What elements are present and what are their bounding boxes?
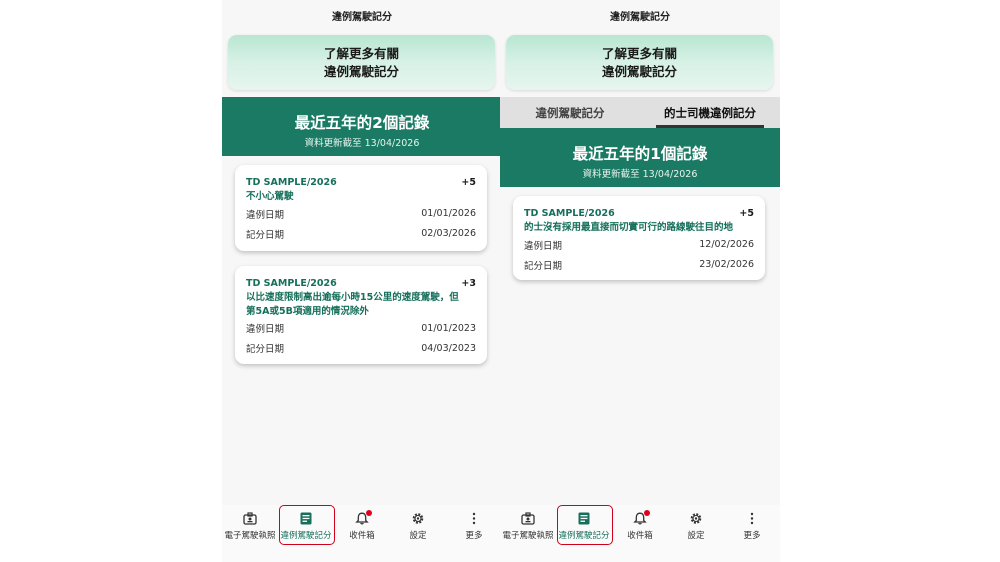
nav-label: 收件箱	[627, 531, 653, 541]
points-date-value: 02/03/2026	[421, 228, 476, 239]
learn-more-button[interactable]: 了解更多有關 違例駕駛記分	[506, 35, 773, 90]
summary-banner: 最近五年的1個記錄 資料更新截至 13/04/2026	[500, 128, 780, 187]
offence-date-value: 12/02/2026	[699, 239, 754, 250]
nav-label: 電子駕駛執照	[502, 531, 554, 541]
more-icon	[472, 512, 476, 525]
updated-date: 資料更新截至 13/04/2026	[582, 169, 698, 180]
points-date-row: 記分日期 02/03/2026	[246, 224, 476, 244]
records-headline: 最近五年的2個記錄	[294, 114, 430, 132]
records-headline: 最近五年的1個記錄	[572, 145, 708, 163]
points-tabs: 違例駕駛記分 的士司機違例記分	[500, 97, 780, 128]
nav-item-more[interactable]: 更多	[725, 505, 779, 562]
learn-more-line1: 了解更多有關	[601, 45, 677, 61]
offence-date-value: 01/01/2023	[421, 322, 476, 334]
notification-badge	[366, 510, 372, 516]
record-code: TD SAMPLE/2026	[246, 177, 337, 188]
nav-item-license[interactable]: 電子駕駛執照	[501, 505, 555, 562]
nav-label: 更多	[465, 531, 483, 541]
license-icon	[243, 512, 257, 525]
points-date-value: 23/02/2026	[699, 259, 754, 270]
offence-date-row: 違例日期 01/01/2023	[246, 318, 476, 338]
record-code: TD SAMPLE/2026	[524, 208, 615, 219]
license-icon	[521, 512, 535, 525]
record-description: 的士沒有採用最直接而切實可行的路線駛往目的地	[524, 222, 734, 233]
page-title: 違例駕駛記分	[610, 11, 670, 23]
offence-date-value: 01/01/2026	[421, 208, 476, 219]
nav-item-license[interactable]: 電子駕駛執照	[223, 505, 277, 562]
gear-icon	[412, 513, 424, 524]
right-screen: 違例駕駛記分 了解更多有關 違例駕駛記分 違例駕駛記分 的士司機違例記分 最近五…	[500, 0, 780, 562]
record-points: +5	[461, 177, 476, 188]
points-date-value: 04/03/2023	[421, 342, 476, 354]
record-points: +3	[461, 278, 476, 289]
record-points: +5	[739, 208, 754, 219]
more-icon	[750, 512, 754, 525]
learn-more-line1: 了解更多有關	[323, 45, 399, 61]
updated-date: 資料更新截至 13/04/2026	[304, 138, 420, 149]
nav-label: 更多	[743, 531, 761, 541]
left-screen: 違例駕駛記分 了解更多有關 違例駕駛記分 最近五年的2個記錄 資料更新截至 13…	[222, 0, 502, 562]
points-date-label: 記分日期	[524, 260, 563, 272]
points-date-row: 記分日期 04/03/2023	[246, 338, 476, 358]
selected-nav-highlight	[557, 505, 613, 545]
nav-item-settings[interactable]: 設定	[391, 505, 445, 562]
nav-label: 設定	[687, 531, 705, 541]
bottom-nav: 電子駕駛執照 違例駕駛記分 收件箱 設定 更多	[500, 505, 780, 562]
bell-icon	[633, 510, 650, 525]
offence-date-label: 違例日期	[246, 209, 285, 221]
offence-date-row: 違例日期 12/02/2026	[524, 235, 754, 255]
summary-banner: 最近五年的2個記錄 資料更新截至 13/04/2026	[222, 97, 502, 156]
offence-date-label: 違例日期	[524, 240, 563, 252]
tab-taxi-driver-offence-points[interactable]: 的士司機違例記分	[640, 97, 780, 128]
offence-date-label: 違例日期	[246, 324, 285, 335]
nav-item-settings[interactable]: 設定	[669, 505, 723, 562]
record-card[interactable]: TD SAMPLE/2026 的士沒有採用最直接而切實可行的路線駛往目的地 +5…	[513, 196, 765, 280]
tab-driving-offence-points[interactable]: 違例駕駛記分	[500, 97, 640, 128]
record-description: 以比速度限制高出逾每小時15公里的速度駕駛，但第5A或5B項適用的情況除外	[246, 292, 459, 317]
notification-badge	[644, 510, 650, 516]
gear-icon	[690, 513, 702, 524]
record-card[interactable]: TD SAMPLE/2026 不小心駕駛 +5 違例日期 01/01/2026 …	[235, 165, 487, 251]
points-date-label: 記分日期	[246, 344, 285, 355]
nav-label: 電子駕駛執照	[224, 531, 276, 541]
bottom-nav: 電子駕駛執照 違例駕駛記分 收件箱 設定 更多	[222, 505, 502, 562]
page-title: 違例駕駛記分	[332, 11, 392, 23]
offence-date-row: 違例日期 01/01/2026	[246, 204, 476, 224]
record-code: TD SAMPLE/2026	[246, 278, 337, 289]
learn-more-line2: 違例駕駛記分	[323, 63, 399, 79]
record-description: 不小心駕駛	[246, 191, 294, 202]
selected-nav-highlight	[279, 505, 335, 545]
points-date-label: 記分日期	[246, 229, 285, 241]
learn-more-line2: 違例駕駛記分	[601, 63, 677, 79]
record-card[interactable]: TD SAMPLE/2026 以比速度限制高出逾每小時15公里的速度駕駛，但第5…	[235, 266, 487, 364]
nav-label: 收件箱	[349, 531, 375, 541]
nav-item-more[interactable]: 更多	[447, 505, 501, 562]
bell-icon	[355, 510, 372, 525]
nav-item-inbox[interactable]: 收件箱	[335, 505, 389, 562]
nav-label: 設定	[409, 531, 427, 541]
learn-more-button[interactable]: 了解更多有關 違例駕駛記分	[228, 35, 495, 90]
points-date-row: 記分日期 23/02/2026	[524, 255, 754, 275]
nav-item-inbox[interactable]: 收件箱	[613, 505, 667, 562]
